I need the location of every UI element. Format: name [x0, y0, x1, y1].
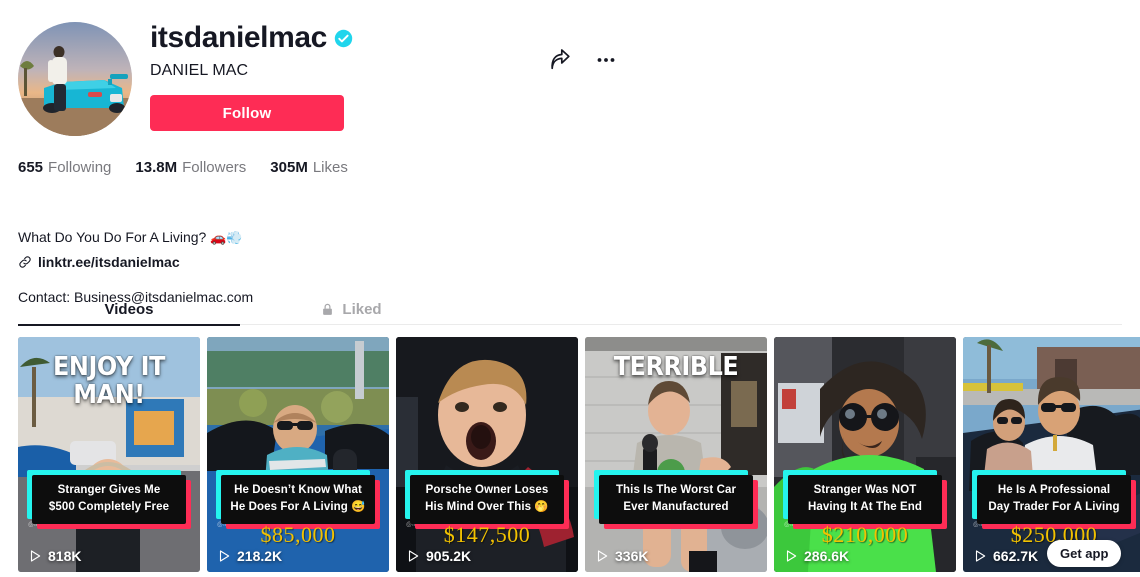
caption-line-2: His Mind Over This 🤭 [425, 501, 549, 513]
caption-line-1: Stranger Gives Me [57, 484, 161, 496]
video-banner-text: ENJOY IT MAN! [53, 352, 165, 410]
video-view-count: 662.7K [973, 548, 1038, 564]
tab-videos-label: Videos [104, 300, 154, 318]
caption-line-1: Porsche Owner Loses [425, 484, 549, 496]
view-count-text: 336K [615, 548, 649, 564]
video-view-count: 286.6K [784, 548, 849, 564]
video-view-count: 818K [28, 548, 81, 564]
profile-header: itsdanielmac DANIEL MAC Follow 655 Follo… [18, 20, 618, 365]
profile-stats: 655 Following 13.8M Followers 305M Likes [18, 158, 348, 178]
caption-box: He Doesn’t Know What He Does For A Livin… [221, 475, 375, 524]
video-grid: ENJOY IT MAN! @itsdanielmac Stranger Giv… [18, 337, 1140, 572]
caption-box: Stranger Was NOT Having It At The End [788, 475, 942, 524]
view-count-text: 905.2K [426, 548, 472, 564]
video-view-count: 336K [595, 548, 648, 564]
profile-tabs: Videos Liked [18, 293, 1122, 326]
page-title: itsdanielmac [150, 21, 327, 54]
likes-count: 305M [270, 159, 308, 176]
bio-link[interactable]: linktr.ee/itsdanielmac [18, 254, 180, 270]
caption-line-2: Ever Manufactured [623, 501, 729, 513]
stat-followers[interactable]: 13.8M Followers [135, 158, 246, 178]
bio-line-1: What Do You Do For A Living? 🚗💨 [18, 229, 243, 245]
caption-line-1: This Is The Worst Car [615, 484, 737, 496]
video-card[interactable]: ENJOY IT MAN! @itsdanielmac Stranger Giv… [18, 337, 200, 572]
video-price-tag: $147,500 [443, 522, 531, 547]
video-card[interactable]: @itsdanielmac He Is A Professional Day T… [963, 337, 1140, 572]
tiktok-profile-page: itsdanielmac DANIEL MAC Follow 655 Follo… [0, 0, 1140, 577]
get-app-button[interactable]: Get app [1047, 540, 1122, 567]
video-caption: Stranger Gives Me $500 Completely Free [27, 470, 191, 529]
caption-line-2: $500 Completely Free [48, 501, 170, 513]
caption-box: Porsche Owner Loses His Mind Over This 🤭 [410, 475, 564, 524]
following-count: 655 [18, 159, 44, 176]
likes-label: Likes [312, 159, 348, 176]
view-count-text: 218.2K [237, 548, 283, 564]
video-caption: He Is A Professional Day Trader For A Li… [972, 470, 1136, 529]
caption-box: He Is A Professional Day Trader For A Li… [977, 475, 1131, 524]
view-count-text: 662.7K [993, 548, 1039, 564]
play-triangle-icon [975, 550, 986, 562]
bio-link-text: linktr.ee/itsdanielmac [38, 254, 180, 270]
caption-box: This Is The Worst Car Ever Manufactured [599, 475, 753, 524]
verified-check-icon [334, 29, 353, 47]
caption-line-2: He Does For A Living 😅 [230, 501, 366, 513]
video-card[interactable]: @itsdanielmac He Doesn’t Know What He Do… [207, 337, 389, 572]
caption-box: Stranger Gives Me $500 Completely Free [32, 475, 186, 524]
username-row: itsdanielmac [150, 20, 610, 56]
caption-line-1: He Doesn’t Know What [234, 484, 362, 496]
follow-button[interactable]: Follow [150, 95, 344, 131]
identity-block: itsdanielmac DANIEL MAC Follow [150, 20, 610, 131]
stat-following[interactable]: 655 Following [18, 158, 111, 178]
video-caption: Porsche Owner Loses His Mind Over This 🤭 [405, 470, 569, 529]
video-price-tag: $210,000 [821, 522, 909, 547]
caption-line-2: Day Trader For A Living [988, 501, 1120, 513]
following-label: Following [48, 159, 112, 176]
view-count-text: 818K [48, 548, 82, 564]
car-dash-emoji: 🚗💨 [210, 230, 243, 245]
video-caption: He Doesn’t Know What He Does For A Livin… [216, 470, 380, 529]
video-card[interactable]: TERRIBLE This Is The Worst Car Ever Manu… [585, 337, 767, 572]
lock-icon [323, 303, 333, 315]
followers-count: 13.8M [135, 159, 178, 176]
view-count-text: 286.6K [804, 548, 850, 564]
avatar-image [18, 22, 132, 136]
video-caption: This Is The Worst Car Ever Manufactured [594, 470, 758, 529]
caption-line-1: He Is A Professional [997, 484, 1111, 496]
play-triangle-icon [30, 550, 41, 562]
more-ellipsis-icon [597, 58, 615, 62]
stat-likes: 305M Likes [270, 158, 348, 178]
share-arrow-icon [551, 49, 570, 70]
full-name: DANIEL MAC [150, 62, 249, 79]
play-triangle-icon [219, 550, 230, 562]
profile-actions [548, 48, 618, 72]
video-banner-text: TERRIBLE [613, 352, 739, 382]
caption-line-1: Stranger Was NOT [813, 484, 917, 496]
caption-line-2: Having It At The End [807, 501, 923, 513]
followers-label: Followers [182, 159, 247, 176]
tab-liked[interactable]: Liked [240, 293, 462, 325]
play-triangle-icon [597, 550, 608, 562]
play-triangle-icon [786, 550, 797, 562]
tab-liked-label: Liked [342, 300, 382, 318]
share-button[interactable] [548, 48, 572, 72]
avatar[interactable] [18, 22, 132, 136]
video-view-count: 905.2K [406, 548, 471, 564]
tab-videos[interactable]: Videos [18, 293, 240, 326]
video-view-count: 218.2K [217, 548, 282, 564]
video-caption: Stranger Was NOT Having It At The End [783, 470, 947, 529]
video-price-tag: $85,000 [260, 522, 336, 547]
video-card[interactable]: @itsdanielmac Stranger Was NOT Having It… [774, 337, 956, 572]
more-options-button[interactable] [594, 48, 618, 72]
link-chain-icon [19, 256, 31, 268]
video-card[interactable]: @itsdanielmac Fabspeed Exhaust Mod Porsc… [396, 337, 578, 572]
play-triangle-icon [408, 550, 419, 562]
